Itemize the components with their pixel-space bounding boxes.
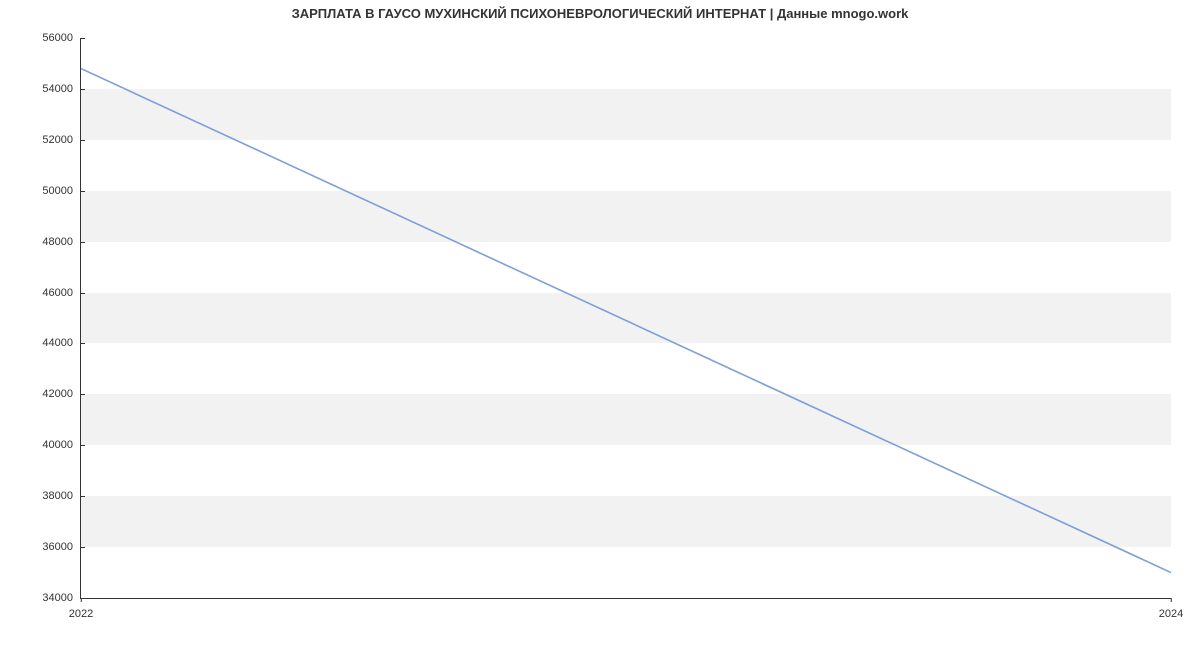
y-tick-label: 40000: [42, 439, 81, 451]
y-tick-label: 38000: [42, 490, 81, 502]
chart-title: ЗАРПЛАТА В ГАУСО МУХИНСКИЙ ПСИХОНЕВРОЛОГ…: [0, 6, 1200, 21]
y-tick-label: 56000: [42, 32, 81, 44]
y-tick-label: 54000: [42, 83, 81, 95]
y-tick-label: 50000: [42, 185, 81, 197]
line-layer: [81, 38, 1171, 598]
y-tick-label: 48000: [42, 236, 81, 248]
y-tick-label: 46000: [42, 287, 81, 299]
y-tick-label: 36000: [42, 541, 81, 553]
y-tick-label: 44000: [42, 337, 81, 349]
x-tick-label: 2022: [69, 598, 93, 620]
plot-area: 3400036000380004000042000440004600048000…: [80, 38, 1171, 599]
series-line: [81, 69, 1171, 573]
x-tick-label: 2024: [1159, 598, 1183, 620]
y-tick-label: 42000: [42, 388, 81, 400]
chart-container: ЗАРПЛАТА В ГАУСО МУХИНСКИЙ ПСИХОНЕВРОЛОГ…: [0, 0, 1200, 650]
y-tick-label: 52000: [42, 134, 81, 146]
